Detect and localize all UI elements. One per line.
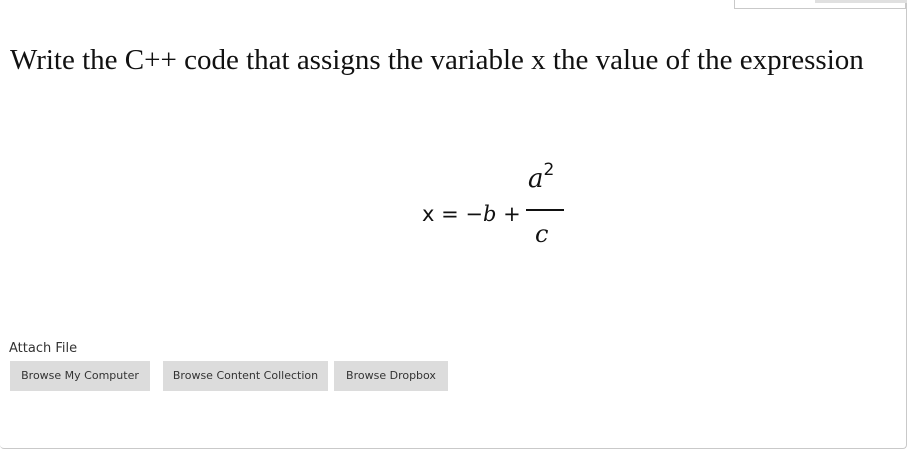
browse-content-collection-button[interactable]: Browse Content Collection (163, 361, 328, 391)
fraction-bar (526, 209, 564, 211)
expression-lhs: x = − (422, 202, 483, 226)
question-text: Write the C++ code that assigns the vari… (10, 44, 864, 76)
fraction-numerator: a2 (528, 160, 554, 194)
plus-sign: + (496, 202, 521, 226)
math-expression: x = −b + a2 c (422, 160, 582, 254)
top-toolbar-bar (815, 0, 907, 3)
variable-b: b (482, 202, 497, 226)
top-toolbar-fragment (734, 0, 907, 9)
attach-file-label: Attach File (9, 341, 78, 356)
browse-my-computer-button[interactable]: Browse My Computer (10, 361, 150, 391)
browse-dropbox-button[interactable]: Browse Dropbox (334, 361, 448, 391)
expression-left-side: x = −b + (422, 202, 521, 226)
fraction-denominator: c (535, 220, 549, 248)
variable-a: a (528, 164, 544, 194)
exponent: 2 (543, 160, 555, 180)
